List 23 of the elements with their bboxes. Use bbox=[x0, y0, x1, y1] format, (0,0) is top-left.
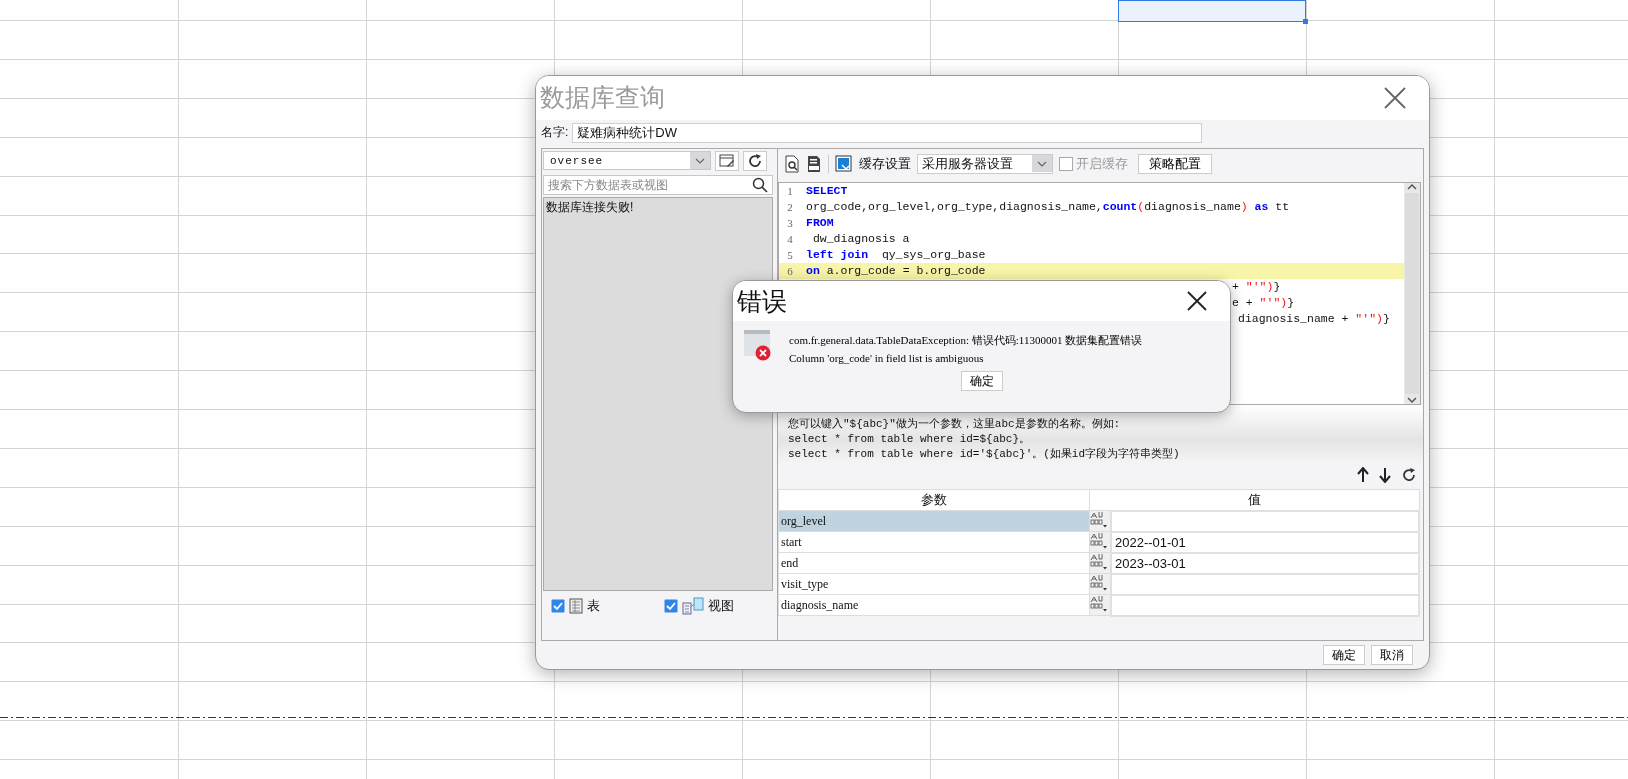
hint-text: select * from table where id=${abc}。 bbox=[788, 431, 1032, 447]
dialog-title: 错误 bbox=[737, 285, 787, 317]
hint-text: 您可以键入"${abc}"做为一个参数，这里abc是参数的名称。例如: bbox=[788, 416, 1122, 432]
dialog-title: 数据库查询 bbox=[540, 82, 665, 114]
code-line: e + "'")} bbox=[1232, 295, 1295, 311]
code-line: 3 FROM bbox=[786, 215, 835, 231]
code-line: 4 dw_diagnosis a bbox=[786, 231, 911, 247]
hint-text: select * from table where id='${abc}'。(如果id字段为字符串类型) bbox=[788, 446, 1181, 462]
name-label: 名字: bbox=[541, 124, 569, 142]
code-line: + "'")} bbox=[1232, 279, 1281, 295]
filter-label: 表 bbox=[587, 596, 600, 615]
status-message: 数据库连接失败! bbox=[545, 198, 635, 216]
code-line: 2 org_code,org_level,org_type,diagnosis_name,count(diagnosis_name) as tt bbox=[786, 199, 1291, 215]
code-line: 1 SELECT bbox=[786, 183, 849, 199]
column-header: 值 bbox=[1089, 489, 1419, 511]
column-header: 参数 bbox=[778, 489, 1090, 511]
cache-settings-label: 缓存设置 bbox=[859, 154, 911, 173]
error-message: com.fr.general.data.TableDataException: 错误代码:11300001 数据集配置错误 bbox=[789, 333, 1143, 348]
code-line: 5 left join qy_sys_org_base bbox=[786, 247, 987, 263]
error-message: Column 'org_code' in field list is ambiguous bbox=[789, 351, 985, 366]
checkbox-label: 开启缓存 bbox=[1076, 154, 1128, 173]
code-line: diagnosis_name + "'")} bbox=[1238, 311, 1390, 327]
filter-label: 视图 bbox=[708, 596, 734, 615]
